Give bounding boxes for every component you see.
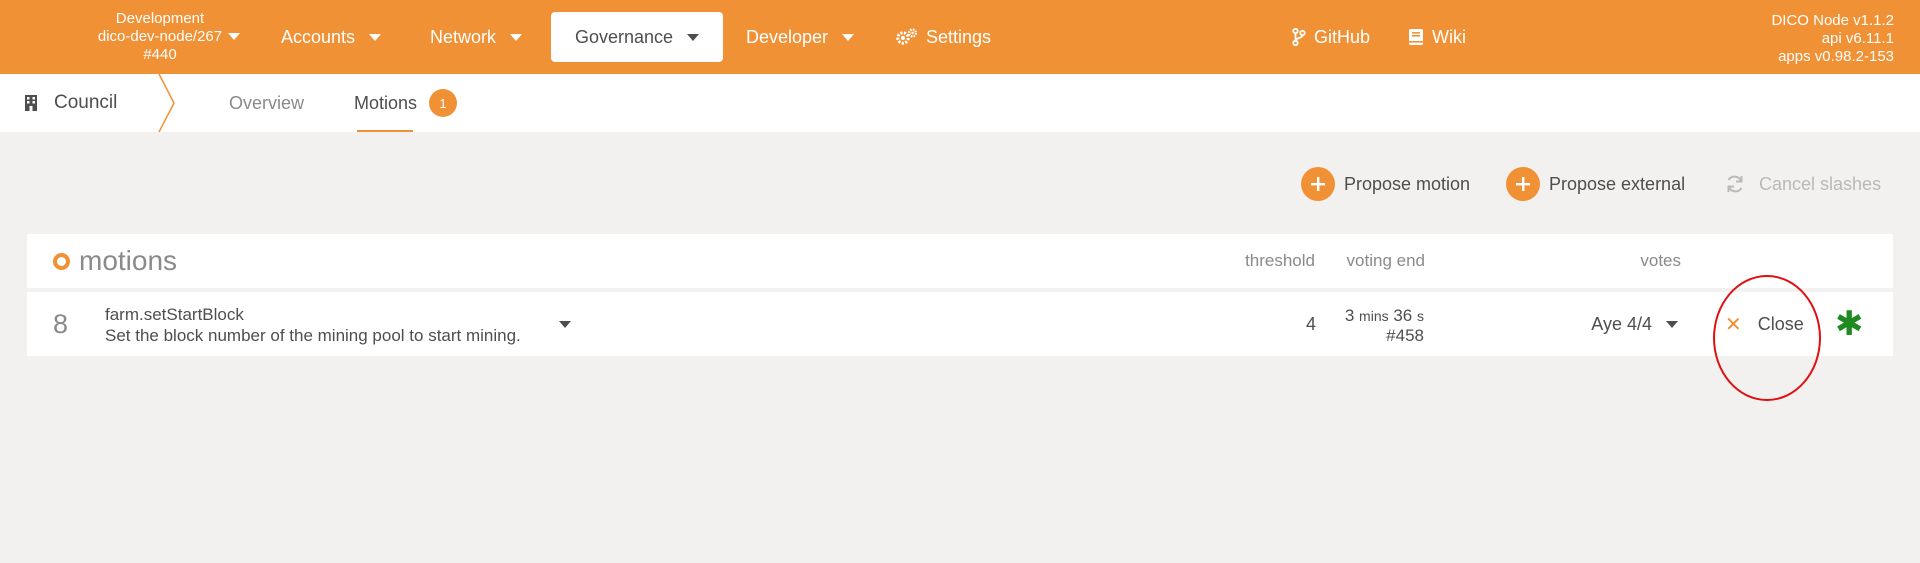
motion-call: farm.setStartBlock [105, 305, 244, 324]
tab-overview-label: Overview [229, 92, 305, 113]
nav-network-label: Network [430, 26, 497, 47]
top-nav-bar: Development dico-dev-node/267 #440 Accou… [0, 0, 1920, 74]
chevron-down-icon [369, 33, 382, 41]
plus-icon [1506, 167, 1540, 201]
voting-end-seconds-unit: s [1417, 308, 1424, 324]
table-row: 8 farm.setStartBlock Set the block numbe… [27, 292, 1893, 356]
chain-selector[interactable]: Development dico-dev-node/267 #440 [80, 10, 240, 64]
tab-overview[interactable]: Overview [229, 74, 304, 132]
asterisk-icon: ✱ [1835, 305, 1864, 343]
votes-label: Aye 4/4 [1591, 313, 1652, 334]
section-title: Council [54, 92, 118, 113]
nav-governance[interactable]: Governance [551, 12, 724, 62]
nav-wiki-label: Wiki [1432, 26, 1466, 47]
api-version: api v6.11.1 [1821, 30, 1894, 47]
apps-version: apps v0.98.2-153 [1778, 48, 1894, 65]
code-branch-icon [1292, 28, 1306, 46]
voting-end-seconds: 36 [1393, 306, 1413, 325]
nav-accounts-label: Accounts [281, 26, 356, 47]
nav-network[interactable]: Network [430, 12, 523, 62]
close-motion-button[interactable]: ✕ Close [1725, 292, 1804, 356]
version-info: DICO Node v1.1.2 api v6.11.1 apps v0.98.… [1771, 12, 1894, 66]
nav-settings[interactable]: Settings [896, 12, 991, 62]
active-tab-indicator [357, 130, 413, 132]
propose-external-label: Propose external [1549, 173, 1686, 194]
chain-block-number: #440 [143, 46, 177, 63]
nav-github[interactable]: GitHub [1292, 12, 1370, 62]
breadcrumb-separator-icon [158, 74, 175, 132]
nav-settings-label: Settings [926, 26, 992, 47]
propose-motion-label: Propose motion [1344, 173, 1471, 194]
voting-end-minutes: 3 [1344, 306, 1355, 325]
motion-index: 8 [53, 308, 69, 339]
chevron-down-icon [842, 33, 855, 41]
gears-icon [896, 28, 918, 46]
close-icon: ✕ [1725, 313, 1742, 336]
motions-heading: motions [53, 234, 177, 288]
chevron-down-icon [510, 33, 523, 41]
propose-motion-button[interactable]: Propose motion [1301, 167, 1470, 201]
column-votes: votes [1640, 251, 1681, 270]
building-icon [24, 94, 38, 112]
votes-dropdown[interactable]: Aye 4/4 [1591, 292, 1678, 356]
nav-developer-label: Developer [746, 26, 829, 47]
motions-title: motions [79, 245, 178, 276]
chain-node-name: dico-dev-node/267 [97, 28, 223, 45]
motion-voting-end: 3 mins 36 s #458 [1345, 306, 1424, 346]
motion-description: Set the block number of the mining pool … [105, 326, 521, 345]
motions-table-header: motions threshold voting end votes [27, 234, 1893, 288]
circle-dot-icon [53, 252, 70, 270]
close-motion-label: Close [1757, 313, 1804, 334]
node-version: DICO Node v1.1.2 [1771, 12, 1894, 29]
column-threshold: threshold [1245, 251, 1315, 270]
nav-governance-label: Governance [575, 26, 674, 47]
motion-proposal: farm.setStartBlock Set the block number … [105, 304, 521, 346]
column-voting-end: voting end [1346, 251, 1425, 270]
voting-end-block: #458 [1386, 326, 1424, 345]
chain-dropdown-icon[interactable] [228, 33, 240, 40]
propose-external-button[interactable]: Propose external [1506, 167, 1685, 201]
nav-wiki[interactable]: Wiki [1408, 12, 1466, 62]
plus-icon [1301, 167, 1335, 201]
nav-accounts[interactable]: Accounts [281, 12, 382, 62]
cancel-slashes-label: Cancel slashes [1759, 173, 1882, 194]
tab-motions[interactable]: Motions 1 [354, 74, 458, 132]
sync-icon [1725, 174, 1745, 194]
cancel-slashes-button[interactable]: Cancel slashes [1725, 167, 1881, 201]
motions-count-badge: 1 [429, 89, 458, 117]
chevron-down-icon [687, 33, 700, 41]
voting-end-minutes-unit: mins [1359, 308, 1389, 324]
expand-details-icon[interactable] [559, 321, 571, 328]
nav-github-label: GitHub [1314, 26, 1371, 47]
nav-developer[interactable]: Developer [746, 12, 855, 62]
motion-threshold: 4 [1305, 313, 1316, 334]
section-council: Council [24, 74, 117, 132]
book-icon [1408, 28, 1424, 46]
chain-environment: Development [115, 10, 205, 27]
tab-motions-label: Motions [354, 92, 418, 113]
chevron-down-icon [1666, 320, 1678, 328]
sub-nav-bar: Council Overview Motions 1 [0, 74, 1920, 132]
